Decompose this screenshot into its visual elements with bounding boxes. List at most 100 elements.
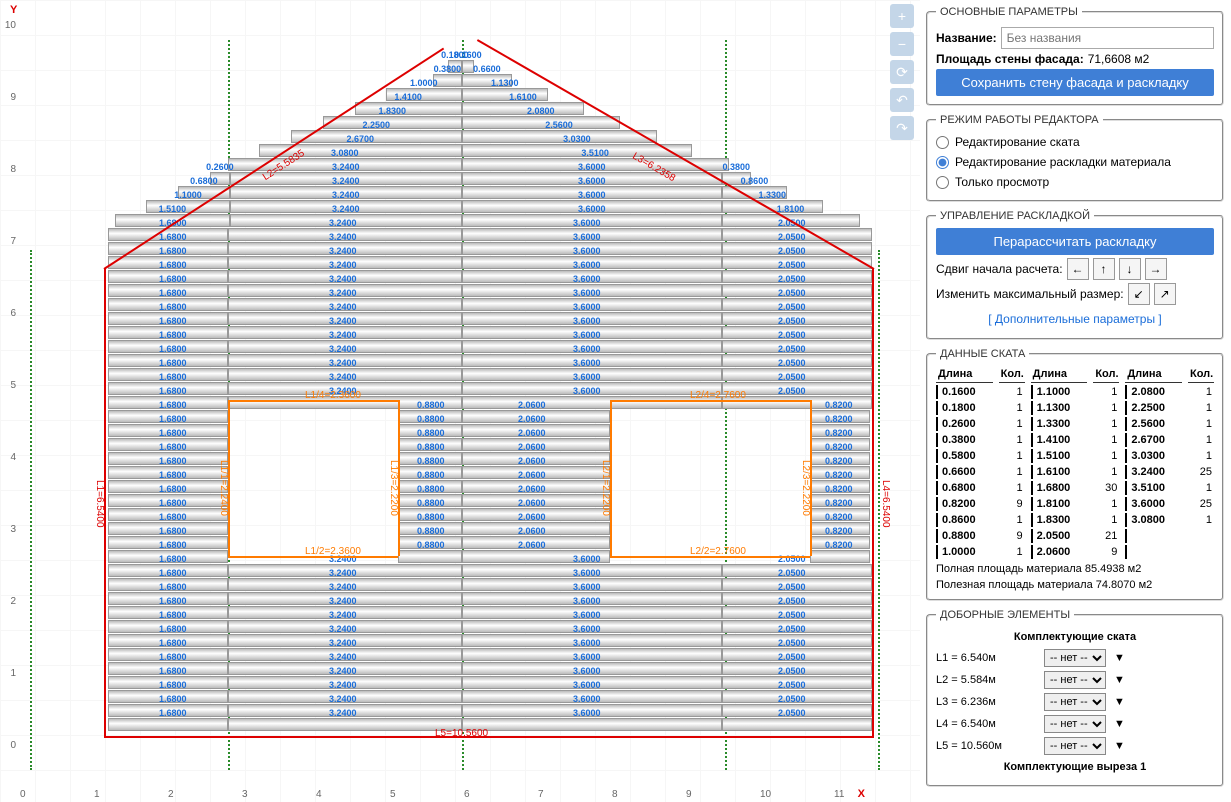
acc-select[interactable]: -- нет -- xyxy=(1044,671,1106,689)
siding-strip[interactable]: 3.0300 xyxy=(462,144,692,157)
grid-cell: 1 xyxy=(1188,385,1214,399)
grid-cell: 2.2500 xyxy=(1125,401,1182,415)
layout-title: УПРАВЛЕНИЕ РАСКЛАДКОЙ xyxy=(936,210,1094,222)
grid-cell: 9 xyxy=(1093,545,1119,559)
grid-cell: 0.6600 xyxy=(936,465,993,479)
mode-opt-label: Редактирование раскладки материала xyxy=(955,155,1171,169)
strip-value: 3.0300 xyxy=(563,134,591,144)
acc-sub2: Комплектующие выреза 1 xyxy=(936,757,1214,777)
mode-title: РЕЖИМ РАБОТЫ РЕДАКТОРА xyxy=(936,114,1103,126)
grid-cell: 0.8600 xyxy=(936,513,993,527)
shift-up-icon[interactable]: ↑ xyxy=(1093,258,1115,280)
cut-l21: L2/1=2.2200 xyxy=(600,460,611,516)
grid-header: Длина xyxy=(1125,366,1182,383)
siding-strip[interactable]: 1.8300 xyxy=(323,116,462,129)
shift-down-icon[interactable]: ↓ xyxy=(1119,258,1141,280)
redo-icon[interactable]: ↷ xyxy=(890,116,914,140)
grid-cell: 1 xyxy=(1093,385,1119,399)
mode-opt-label: Редактирование ската xyxy=(955,135,1080,149)
area-label: Площадь стены фасада: xyxy=(936,52,1084,66)
name-input[interactable] xyxy=(1001,27,1214,49)
strip-value: 2.5600 xyxy=(545,120,573,130)
x-tick: 8 xyxy=(612,789,618,800)
skat-data-fieldset: ДАННЫЕ СКАТА ДлинаКол.ДлинаКол.ДлинаКол.… xyxy=(926,348,1224,601)
strip-value: 3.2400 xyxy=(329,232,357,242)
grid-cell: 1 xyxy=(1093,433,1119,447)
siding-strip[interactable]: 2.0800 xyxy=(462,116,620,129)
size-inc-icon[interactable]: ↗ xyxy=(1154,283,1176,305)
grid-cell: 1 xyxy=(1093,449,1119,463)
y-tick: 5 xyxy=(2,380,16,391)
extra-params-link[interactable]: [ Дополнительные параметры ] xyxy=(936,308,1214,330)
tool-column: + − ⟳ ↶ ↷ xyxy=(890,4,916,140)
grid-cell: 1 xyxy=(999,417,1025,431)
refresh-icon[interactable]: ⟳ xyxy=(890,60,914,84)
grid-cell: 0.6800 xyxy=(936,481,993,495)
shift-left-icon[interactable]: ← xyxy=(1067,258,1089,280)
canvas-area[interactable]: Y X 109876543210 01234567891011 0.18000.… xyxy=(0,0,920,802)
zoom-in-icon[interactable]: + xyxy=(890,4,914,28)
strip-value: 2.2500 xyxy=(363,120,391,130)
undo-icon[interactable]: ↶ xyxy=(890,88,914,112)
grid-cell: 30 xyxy=(1093,481,1119,495)
area-value: 71,6608 м2 xyxy=(1088,52,1150,66)
acc-select[interactable]: -- нет -- xyxy=(1044,715,1106,733)
y-tick: 9 xyxy=(2,92,16,103)
grid-cell: 25 xyxy=(1188,465,1214,479)
y-tick: 6 xyxy=(2,308,16,319)
acc-dropdown-icon[interactable]: ▼ xyxy=(1114,652,1125,664)
grid-cell: 0.2600 xyxy=(936,417,993,431)
grid-cell: 0.1600 xyxy=(936,385,993,399)
zoom-out-icon[interactable]: − xyxy=(890,32,914,56)
strip-value: 3.6000 xyxy=(578,204,606,214)
mode-radio[interactable] xyxy=(936,156,949,169)
save-button[interactable]: Сохранить стену фасада и раскладку xyxy=(936,69,1214,96)
strip-value: 0.3800 xyxy=(434,64,462,74)
strip-value: 0.1600 xyxy=(454,50,482,60)
strip-value: 3.6000 xyxy=(573,218,601,228)
basic-title: ОСНОВНЫЕ ПАРАМЕТРЫ xyxy=(936,6,1082,18)
skat-data-grid: ДлинаКол.ДлинаКол.ДлинаКол.0.160011.1000… xyxy=(936,366,1214,559)
skat-title: ДАННЫЕ СКАТА xyxy=(936,348,1029,360)
siding-strip[interactable]: 2.5600 xyxy=(462,130,657,143)
acc-dropdown-icon[interactable]: ▼ xyxy=(1114,718,1125,730)
acc-select[interactable]: -- нет -- xyxy=(1044,693,1106,711)
strip-value: 1.6800 xyxy=(159,232,187,242)
strip-value: 2.6700 xyxy=(347,134,375,144)
mode-radio[interactable] xyxy=(936,136,949,149)
cut-l14: L1/4=2.3600 xyxy=(305,390,361,401)
x-tick: 5 xyxy=(390,789,396,800)
acc-select[interactable]: -- нет -- xyxy=(1044,737,1106,755)
strip-value: 1.8300 xyxy=(378,106,406,116)
acc-select[interactable]: -- нет -- xyxy=(1044,649,1106,667)
siding-strip[interactable]: 1.4100 xyxy=(355,102,462,115)
grid-cell: 1 xyxy=(1188,401,1214,415)
x-tick: 9 xyxy=(686,789,692,800)
acc-length: L5 = 10.560м xyxy=(936,740,1036,752)
shift-right-icon[interactable]: → xyxy=(1145,258,1167,280)
grid-cell: 2.0800 xyxy=(1125,385,1182,399)
acc-dropdown-icon[interactable]: ▼ xyxy=(1114,674,1125,686)
recalc-button[interactable]: Перарассчитать раскладку xyxy=(936,228,1214,255)
grid-cell: 1 xyxy=(999,481,1025,495)
grid-cell: 21 xyxy=(1093,529,1119,543)
mode-radio[interactable] xyxy=(936,176,949,189)
strip-value: 3.5100 xyxy=(581,148,609,158)
grid-cell: 1 xyxy=(999,433,1025,447)
grid-header: Кол. xyxy=(1093,366,1119,383)
cut-l22: L2/2=2.7600 xyxy=(690,546,746,557)
acc-dropdown-icon[interactable]: ▼ xyxy=(1114,696,1125,708)
grid-cell: 0.5800 xyxy=(936,449,993,463)
grid-cell: 1 xyxy=(999,385,1025,399)
strip-value: 3.6000 xyxy=(578,176,606,186)
strip-value: 3.6000 xyxy=(573,246,601,256)
siding-strip[interactable]: 1.6100 xyxy=(462,102,584,115)
y-tick: 1 xyxy=(2,668,16,679)
cut-l12: L1/2=2.3600 xyxy=(305,546,361,557)
strip-value: 1.0000 xyxy=(410,78,438,88)
acc-dropdown-icon[interactable]: ▼ xyxy=(1114,740,1125,752)
size-dec-icon[interactable]: ↙ xyxy=(1128,283,1150,305)
edge-l1: L1=6.5400 xyxy=(94,480,105,528)
basic-params: ОСНОВНЫЕ ПАРАМЕТРЫ Название: Площадь сте… xyxy=(926,6,1224,106)
grid-cell: 1 xyxy=(999,449,1025,463)
